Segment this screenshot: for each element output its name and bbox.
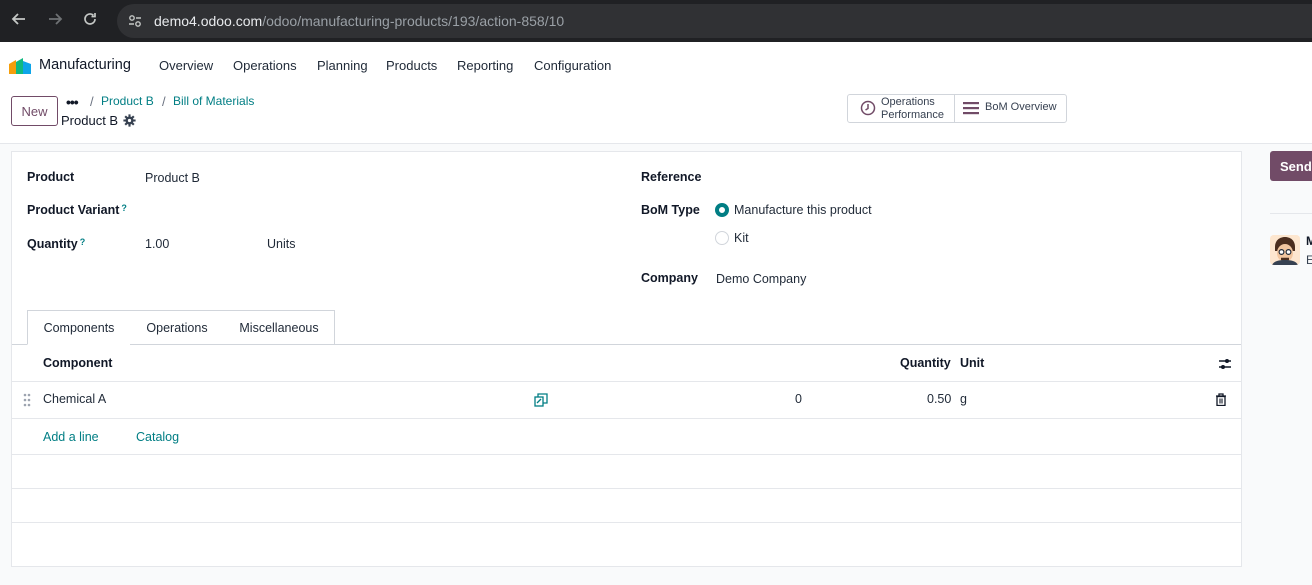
product-label: Product (27, 170, 75, 184)
gear-icon[interactable] (123, 114, 136, 127)
column-component[interactable]: Component (43, 356, 112, 370)
table-row[interactable]: Chemical A 0 0.50 g (12, 382, 1241, 419)
operations-performance-button[interactable]: Operations Performance (848, 95, 955, 122)
operations-performance-line2: Performance (881, 108, 944, 121)
quantity-cell[interactable]: 0.50 (927, 392, 951, 406)
record-title: Product B (61, 113, 119, 128)
catalog-link[interactable]: Catalog (136, 430, 179, 444)
add-line-row: Add a line Catalog (12, 419, 1241, 455)
site-settings-icon[interactable] (127, 13, 143, 29)
url-text: demo4.odoo.com/odoo/manufacturing-produc… (154, 13, 564, 29)
company-label: Company (641, 271, 698, 285)
forecast-icon[interactable] (534, 393, 548, 407)
tab-miscellaneous[interactable]: Miscellaneous (224, 310, 335, 345)
optional-columns-icon[interactable] (1218, 357, 1232, 371)
breadcrumb-separator: / (90, 94, 94, 109)
chatter-author: M (1306, 234, 1312, 248)
menu-reporting[interactable]: Reporting (457, 58, 513, 73)
quantity-label: Quantity? (27, 237, 85, 251)
breadcrumb-bill-of-materials[interactable]: Bill of Materials (173, 94, 254, 108)
menu-configuration[interactable]: Configuration (534, 58, 611, 73)
trash-icon[interactable] (1215, 393, 1227, 406)
bom-type-manufacture-radio[interactable] (715, 203, 729, 217)
bom-type-label: BoM Type (641, 203, 700, 217)
empty-row (12, 455, 1241, 489)
on-hand-cell: 0 (795, 392, 802, 406)
bom-overview-label: BoM Overview (985, 101, 1057, 113)
drag-handle-icon[interactable] (23, 393, 31, 407)
avatar-image (1270, 235, 1300, 265)
bom-overview-button[interactable]: BoM Overview (955, 95, 1066, 122)
menu-operations[interactable]: Operations (233, 58, 297, 73)
reference-label: Reference (641, 170, 702, 184)
product-field[interactable]: Product B (145, 171, 200, 185)
quantity-label-text: Quantity (27, 237, 78, 251)
smart-buttons: Operations Performance BoM Overview (847, 94, 1067, 123)
bom-type-kit-radio[interactable] (715, 231, 729, 245)
breadcrumb-separator: / (162, 94, 166, 109)
menu-overview[interactable]: Overview (159, 58, 213, 73)
new-button[interactable]: New (11, 96, 58, 126)
control-panel: New ••• / Product B / Bill of Materials … (0, 88, 1312, 144)
add-a-line-link[interactable]: Add a line (43, 430, 99, 444)
url-path: /odoo/manufacturing-products/193/action-… (262, 13, 565, 29)
bom-type-kit-label[interactable]: Kit (734, 231, 749, 245)
manufacturing-app-icon[interactable] (9, 58, 31, 74)
chatter-divider (1270, 213, 1312, 214)
chatter-message: E (1306, 253, 1312, 267)
operations-performance-label: Operations Performance (881, 96, 944, 121)
form-sheet: Product Product B Product Variant? Quant… (11, 151, 1242, 567)
bom-type-manufacture-label[interactable]: Manufacture this product (734, 203, 872, 217)
tab-operations[interactable]: Operations (130, 310, 225, 345)
avatar (1270, 235, 1300, 265)
reload-icon[interactable] (80, 11, 100, 31)
app-navbar: Manufacturing Overview Operations Planni… (0, 42, 1312, 88)
send-message-button[interactable]: Send (1270, 151, 1312, 181)
address-bar[interactable]: demo4.odoo.com/odoo/manufacturing-produc… (117, 4, 1312, 38)
company-field[interactable]: Demo Company (716, 272, 806, 286)
components-table-header: Component Quantity Unit (12, 345, 1241, 382)
back-icon[interactable] (9, 11, 29, 31)
breadcrumb-product-b[interactable]: Product B (101, 94, 154, 108)
clock-icon (860, 100, 876, 116)
app-name[interactable]: Manufacturing (39, 57, 131, 73)
column-unit[interactable]: Unit (960, 356, 984, 370)
product-variant-label: Product Variant? (27, 203, 127, 217)
browser-toolbar: demo4.odoo.com/odoo/manufacturing-produc… (0, 0, 1312, 42)
operations-performance-line1: Operations (881, 96, 935, 108)
tab-components[interactable]: Components (27, 310, 131, 345)
quantity-unit-field[interactable]: Units (267, 237, 295, 251)
menu-products[interactable]: Products (386, 58, 437, 73)
column-quantity[interactable]: Quantity (900, 356, 951, 370)
help-icon[interactable]: ? (80, 237, 86, 247)
breadcrumb-more-icon[interactable]: ••• (66, 94, 79, 110)
bars-icon (963, 102, 979, 115)
component-cell[interactable]: Chemical A (43, 392, 106, 406)
forward-icon[interactable] (45, 11, 65, 31)
quantity-field[interactable]: 1.00 (145, 237, 169, 251)
empty-row (12, 489, 1241, 523)
unit-cell[interactable]: g (960, 392, 967, 406)
menu-planning[interactable]: Planning (317, 58, 368, 73)
product-variant-label-text: Product Variant (27, 203, 120, 217)
url-domain: demo4.odoo.com (154, 13, 263, 29)
help-icon[interactable]: ? (121, 203, 127, 213)
